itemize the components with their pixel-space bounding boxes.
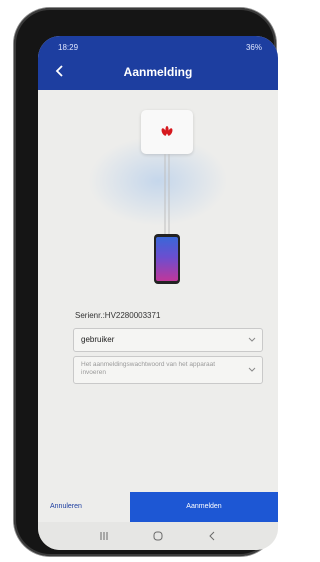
app-screen: 18:29 36% Aanmelding Serienr.:HV22800033… <box>38 36 278 550</box>
router-illustration <box>141 110 193 154</box>
chevron-down-icon[interactable] <box>248 367 256 373</box>
smartphone-illustration <box>154 234 180 284</box>
system-navigation-bar <box>38 522 278 550</box>
username-value: gebruiker <box>81 335 115 344</box>
action-bar: Annuleren Aanmelden <box>38 492 278 522</box>
username-dropdown[interactable]: gebruiker <box>73 328 263 352</box>
connection-cable <box>164 154 170 234</box>
chevron-down-icon[interactable] <box>248 337 256 343</box>
smartphone-screen <box>156 237 178 281</box>
phone-frame: 18:29 36% Aanmelding Serienr.:HV22800033… <box>14 8 278 556</box>
back-nav-icon[interactable] <box>206 530 218 542</box>
recent-apps-icon[interactable] <box>98 530 110 542</box>
serial-number-label: Serienr.:HV2280003371 <box>75 311 161 320</box>
brand-logo-icon <box>161 126 173 136</box>
password-field[interactable]: Het aanmeldingswachtwoord van het appara… <box>73 356 263 384</box>
status-battery: 36% <box>245 43 262 52</box>
page-title: Aanmelding <box>123 65 193 79</box>
password-placeholder: Het aanmeldingswachtwoord van het appara… <box>81 361 216 376</box>
header-bar: 18:29 36% Aanmelding <box>38 36 278 90</box>
cancel-button[interactable]: Annuleren <box>38 492 130 522</box>
status-time: 18:29 <box>58 43 79 52</box>
login-button[interactable]: Aanmelden <box>130 492 278 522</box>
home-icon[interactable] <box>152 530 164 542</box>
